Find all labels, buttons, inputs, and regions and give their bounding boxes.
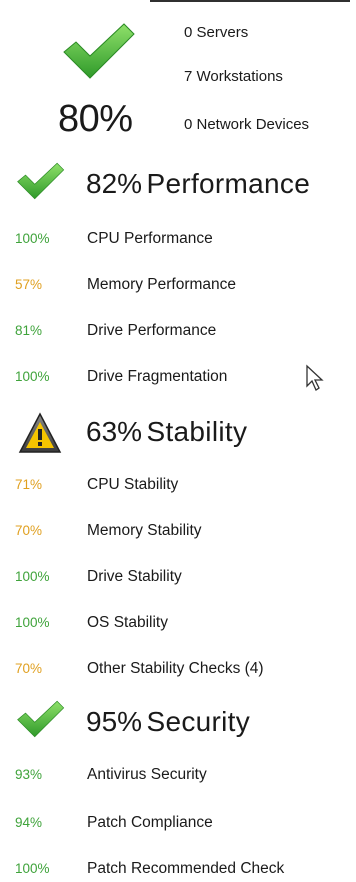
row-label: Patch Compliance [87, 814, 213, 831]
row-percent: 71% [15, 477, 43, 492]
performance-percent: 82% [86, 168, 143, 199]
row-antivirus-security[interactable]: 93% Antivirus Security [15, 766, 207, 784]
row-percent: 100% [15, 615, 50, 630]
row-label: CPU Stability [87, 476, 179, 493]
row-patch-recommended-check[interactable]: 100% Patch Recommended Check [15, 860, 284, 878]
row-label: Drive Fragmentation [87, 368, 228, 385]
security-header[interactable]: 95% Security [86, 706, 250, 738]
performance-title: Performance [146, 168, 311, 199]
security-check-icon [15, 698, 65, 740]
row-label: Other Stability Checks (4) [87, 660, 264, 677]
row-drive-fragmentation[interactable]: 100% Drive Fragmentation [15, 368, 227, 386]
row-percent: 100% [15, 369, 50, 384]
stability-title: Stability [146, 416, 248, 447]
workstations-count: 7 Workstations [184, 68, 283, 85]
row-label: Memory Performance [87, 276, 237, 293]
servers-count: 0 Servers [184, 24, 249, 41]
stability-header[interactable]: 63% Stability [86, 416, 247, 448]
row-label: CPU Performance [87, 230, 213, 247]
row-percent: 81% [15, 323, 43, 338]
row-drive-stability[interactable]: 100% Drive Stability [15, 568, 182, 586]
row-percent: 70% [15, 661, 43, 676]
performance-header[interactable]: 82% Performance [86, 168, 310, 200]
network-devices-count: 0 Network Devices [184, 116, 310, 133]
mouse-cursor-icon [305, 364, 325, 397]
row-label: Drive Performance [87, 322, 217, 339]
row-label: Antivirus Security [87, 766, 207, 783]
row-patch-compliance[interactable]: 94% Patch Compliance [15, 814, 213, 832]
row-os-stability[interactable]: 100% OS Stability [15, 614, 168, 632]
check-icon [60, 20, 136, 82]
security-percent: 95% [86, 706, 143, 737]
row-percent: 100% [15, 231, 50, 246]
row-label: Patch Recommended Check [87, 860, 285, 877]
cropped-header-bar [150, 0, 350, 2]
row-memory-performance[interactable]: 57% Memory Performance [15, 276, 236, 294]
row-other-stability-checks[interactable]: 70% Other Stability Checks (4) [15, 660, 264, 678]
row-percent: 93% [15, 767, 43, 782]
row-label: OS Stability [87, 614, 168, 631]
row-percent: 100% [15, 569, 50, 584]
warning-icon [18, 412, 62, 454]
row-cpu-stability[interactable]: 71% CPU Stability [15, 476, 178, 494]
row-label: Drive Stability [87, 568, 182, 585]
overall-score: 80% [58, 98, 133, 140]
row-drive-performance[interactable]: 81% Drive Performance [15, 322, 216, 340]
row-label: Memory Stability [87, 522, 202, 539]
row-percent: 94% [15, 815, 43, 830]
row-percent: 70% [15, 523, 43, 538]
row-cpu-performance[interactable]: 100% CPU Performance [15, 230, 213, 248]
performance-check-icon [15, 160, 65, 202]
security-title: Security [146, 706, 251, 737]
row-percent: 57% [15, 277, 43, 292]
row-percent: 100% [15, 861, 50, 876]
stability-percent: 63% [86, 416, 143, 447]
row-memory-stability[interactable]: 70% Memory Stability [15, 522, 202, 540]
